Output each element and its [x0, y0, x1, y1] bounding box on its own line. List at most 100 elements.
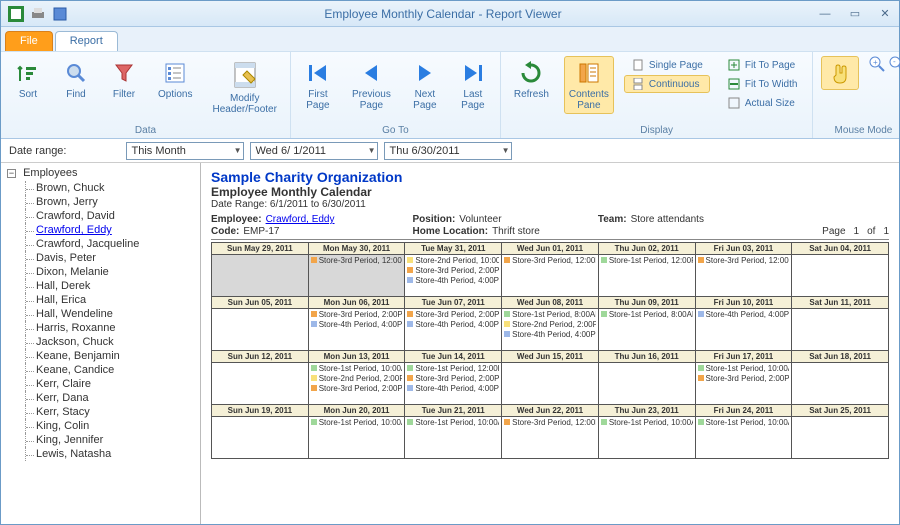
tree-root[interactable]: − Employees	[7, 167, 194, 179]
shift-chip	[601, 419, 607, 425]
tree-item[interactable]: King, Colin	[25, 419, 194, 433]
calendar-day-header: Sat Jun 04, 2011	[792, 243, 889, 255]
calendar-day-header: Tue Jun 14, 2011	[405, 351, 502, 363]
shift-text: Store-2nd Period, 10:00AM-12:00PM, Thrif…	[415, 256, 499, 265]
tree-item[interactable]: Harris, Roxanne	[25, 321, 194, 335]
shift-text: Store-1st Period, 10:00AM-12:00PM, Thrif…	[706, 364, 790, 373]
maximize-button[interactable]: ▭	[847, 6, 863, 22]
calendar-cell	[212, 363, 309, 405]
shift-chip	[407, 257, 413, 263]
tree-item[interactable]: Hall, Erica	[25, 293, 194, 307]
quick-export-icon[interactable]	[51, 5, 69, 23]
calendar-day-header: Sat Jun 25, 2011	[792, 405, 889, 417]
report-meta: Employee:Crawford, Eddy Code:EMP-17 Posi…	[211, 214, 889, 240]
shift-text: Store-2nd Period, 2:00PM-4:00PM, Thrift …	[512, 320, 596, 329]
shift-chip	[311, 385, 317, 391]
zoom-out-icon[interactable]: -	[889, 56, 900, 75]
minimize-button[interactable]: —	[817, 6, 833, 22]
find-button[interactable]: Find	[57, 56, 95, 103]
modify-header-footer-button[interactable]: Modify Header/Footer	[207, 56, 281, 118]
shift-text: Store-4th Period, 4:00PM-6:00PM, Thrift …	[415, 276, 499, 285]
previous-page-button[interactable]: Previous Page	[347, 56, 396, 114]
shift-text: Store-3rd Period, 2:00PM-4:00PM, Thrift …	[415, 266, 499, 275]
quick-print-icon[interactable]	[29, 5, 47, 23]
shift-text: Store-4th Period, 4:00PM-6:00PM, Thrift …	[706, 310, 790, 319]
calendar-cell	[212, 309, 309, 351]
calendar-day-header: Tue Jun 07, 2011	[405, 297, 502, 309]
zoom-in-icon[interactable]: +	[869, 56, 885, 75]
tree-item[interactable]: Hall, Derek	[25, 279, 194, 293]
calendar-cell: Store-3rd Period, 2:00PM-4:00PM, Thrift …	[405, 309, 502, 351]
shift-chip	[698, 419, 704, 425]
options-button[interactable]: Options	[153, 56, 197, 103]
date-end-picker[interactable]: Thu 6/30/2011▼	[384, 142, 512, 160]
calendar-day-header: Wed Jun 08, 2011	[502, 297, 599, 309]
shift-text: Store-3rd Period, 12:00PM-2:00PM, Thrift…	[706, 256, 790, 265]
shift-chip	[311, 311, 317, 317]
svg-text:-: -	[893, 57, 896, 66]
date-range-label: Date range:	[9, 145, 66, 157]
calendar-day-header: Sun Jun 12, 2011	[212, 351, 309, 363]
close-button[interactable]: ✕	[877, 6, 893, 22]
fit-to-width-button[interactable]: Fit To Width	[720, 75, 805, 93]
last-page-button[interactable]: Last Page	[454, 56, 492, 114]
date-preset-dropdown[interactable]: This Month▼	[126, 142, 244, 160]
tree-item[interactable]: Kerr, Claire	[25, 377, 194, 391]
tab-report[interactable]: Report	[55, 31, 118, 51]
shift-text: Store-3rd Period, 12:00PM-2:00PM, Thrift…	[512, 418, 596, 427]
shift-chip	[407, 385, 413, 391]
first-page-button[interactable]: First Page	[299, 56, 337, 114]
page-info: Page1 of1	[822, 214, 889, 237]
shift-text: Store-3rd Period, 2:00PM-4:00PM, Thrift …	[319, 384, 403, 393]
date-start-picker[interactable]: Wed 6/ 1/2011▼	[250, 142, 378, 160]
shift-chip	[407, 277, 413, 283]
calendar-cell	[792, 309, 889, 351]
calendar-cell: Store-3rd Period, 12:00PM-2:00PM, Thrift…	[695, 255, 792, 297]
calendar-cell	[212, 255, 309, 297]
shift-text: Store-1st Period, 12:00PM-2:00PM, Thrift…	[609, 256, 693, 265]
tree-item[interactable]: Crawford, David	[25, 209, 194, 223]
fit-to-page-button[interactable]: Fit To Page	[720, 56, 805, 74]
tree-item[interactable]: Lewis, Natasha	[25, 447, 194, 461]
tree-item[interactable]: Brown, Chuck	[25, 181, 194, 195]
calendar-day-header: Wed Jun 15, 2011	[502, 351, 599, 363]
tree-item[interactable]: Hall, Wendeline	[25, 307, 194, 321]
employee-link[interactable]: Crawford, Eddy	[266, 214, 335, 225]
ribbon: Sort Find Filter Options Modify Header/F…	[1, 51, 899, 139]
single-page-button[interactable]: Single Page	[624, 56, 710, 74]
tab-file[interactable]: File	[5, 31, 53, 51]
tree-item[interactable]: Keane, Candice	[25, 363, 194, 377]
tree-item[interactable]: Crawford, Eddy	[25, 223, 194, 237]
tree-item[interactable]: Dixon, Melanie	[25, 265, 194, 279]
report-pane: Sample Charity Organization Employee Mon…	[201, 163, 899, 524]
calendar-day-header: Mon May 30, 2011	[308, 243, 405, 255]
shift-text: Store-1st Period, 12:00PM-2:00PM, Thrift…	[415, 364, 499, 373]
shift-chip	[311, 365, 317, 371]
contents-pane-button[interactable]: Contents Pane	[564, 56, 614, 114]
hand-mode-button[interactable]	[821, 56, 859, 90]
app-icon	[7, 5, 25, 23]
shift-text: Store-3rd Period, 2:00PM-4:00PM, Thrift …	[706, 374, 790, 383]
refresh-button[interactable]: Refresh	[509, 56, 554, 103]
tree-item[interactable]: Davis, Peter	[25, 251, 194, 265]
tree-item[interactable]: Kerr, Dana	[25, 391, 194, 405]
next-page-button[interactable]: Next Page	[406, 56, 444, 114]
shift-chip	[311, 419, 317, 425]
tree-item[interactable]: King, Jennifer	[25, 433, 194, 447]
tree-item[interactable]: Brown, Jerry	[25, 195, 194, 209]
calendar-cell: Store-1st Period, 10:00AM-12:00PM, Thrif…	[598, 417, 695, 459]
calendar-cell: Store-1st Period, 10:00AM-12:00PM, Thrif…	[308, 417, 405, 459]
tree-item[interactable]: Jackson, Chuck	[25, 335, 194, 349]
calendar-cell: Store-2nd Period, 10:00AM-12:00PM, Thrif…	[405, 255, 502, 297]
tree-item[interactable]: Kerr, Stacy	[25, 405, 194, 419]
filter-button[interactable]: Filter	[105, 56, 143, 103]
continuous-button[interactable]: Continuous	[624, 75, 710, 93]
sort-button[interactable]: Sort	[9, 56, 47, 103]
report-title: Employee Monthly Calendar	[211, 185, 889, 199]
tree-item[interactable]: Keane, Benjamin	[25, 349, 194, 363]
tree-item[interactable]: Crawford, Jacqueline	[25, 237, 194, 251]
calendar-cell	[212, 417, 309, 459]
shift-chip	[698, 365, 704, 371]
actual-size-button[interactable]: Actual Size	[720, 94, 805, 112]
calendar-day-header: Tue May 31, 2011	[405, 243, 502, 255]
